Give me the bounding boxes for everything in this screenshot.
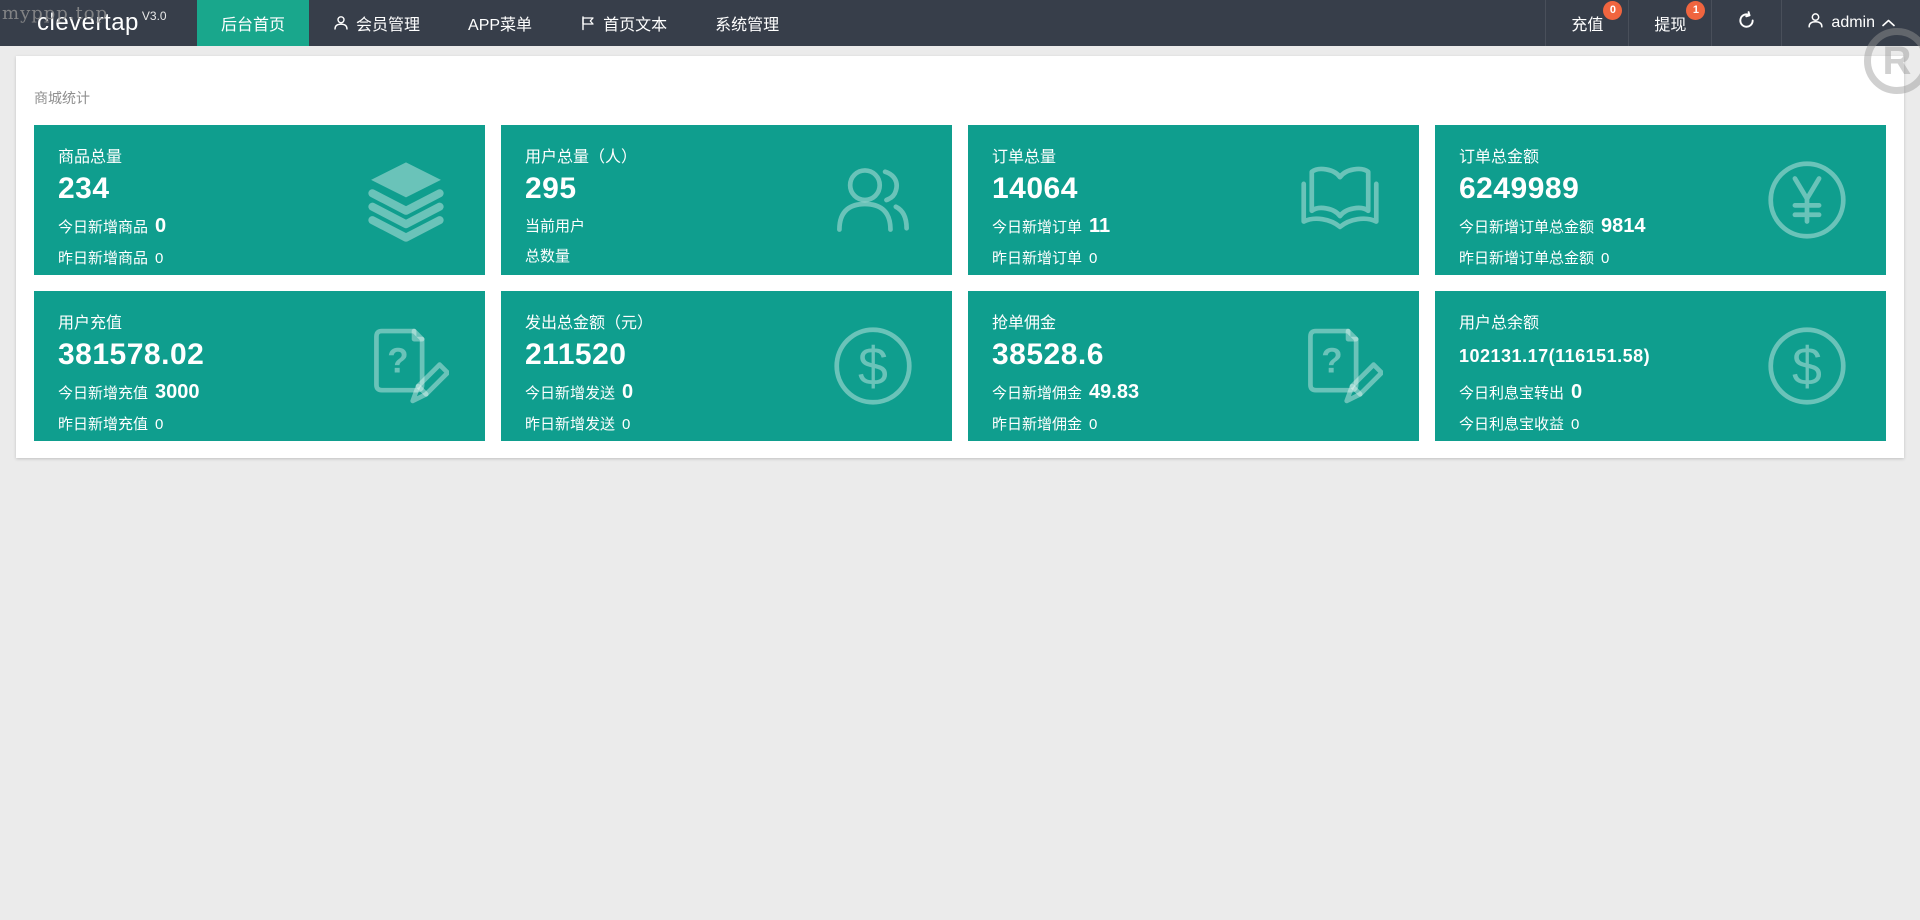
logo[interactable]: clevertap V3.0: [0, 0, 197, 46]
refresh-button[interactable]: [1711, 0, 1781, 46]
recharge-button[interactable]: 充值 0: [1545, 0, 1628, 46]
svg-text:$: $: [858, 337, 888, 397]
nav-item-label: APP菜单: [468, 11, 532, 35]
svg-text:?: ?: [1321, 342, 1342, 381]
svg-text:$: $: [1792, 337, 1822, 397]
card-line-value: 49.83: [1089, 381, 1139, 404]
user-icon: [1807, 12, 1824, 34]
card-line-label: 昨日新增充值: [58, 413, 148, 434]
card-line-label: 昨日新增商品: [58, 247, 148, 268]
card-line-value: 0: [155, 416, 163, 433]
navbar-right: 充值 0 提现 1 admin: [1545, 0, 1920, 46]
card-line-value: 0: [155, 250, 163, 267]
stat-card-users[interactable]: 用户总量（人） 295 当前用户 总数量: [501, 125, 952, 275]
stat-card-balance[interactable]: 用户总余额 102131.17(116151.58) 今日利息宝转出0 今日利息…: [1435, 291, 1886, 441]
layers-icon: [363, 157, 449, 243]
nav-item-label: 首页文本: [603, 11, 667, 35]
card-line-label: 昨日新增发送: [525, 413, 615, 434]
logo-text: clevertap: [37, 9, 139, 37]
dollar-circle-icon: $: [1764, 323, 1850, 409]
svg-text:?: ?: [387, 342, 408, 381]
yen-circle-icon: [1764, 157, 1850, 243]
stat-cards-grid: 商品总量 234 今日新增商品0 昨日新增商品0 用户总量（人） 295 当前用…: [34, 125, 1886, 441]
card-line-label: 今日利息宝转出: [1459, 382, 1564, 403]
username: admin: [1831, 14, 1875, 32]
stat-card-orders[interactable]: 订单总量 14064 今日新增订单11 昨日新增订单0: [968, 125, 1419, 275]
card-line-label: 昨日新增佣金: [992, 413, 1082, 434]
user-menu[interactable]: admin: [1781, 0, 1920, 46]
nav-item-label: 会员管理: [356, 11, 420, 35]
nav-item-label: 后台首页: [221, 11, 285, 35]
card-line-value: 0: [1571, 381, 1582, 404]
card-line-value: 11: [1089, 215, 1110, 238]
card-line-label: 昨日新增订单: [992, 247, 1082, 268]
card-line-value: 0: [155, 215, 166, 238]
stat-card-recharge[interactable]: 用户充值 381578.02 今日新增充值3000 昨日新增充值0 ?: [34, 291, 485, 441]
card-line-value: 0: [1089, 416, 1097, 433]
users-icon: [830, 157, 916, 243]
open-book-icon: [1297, 157, 1383, 243]
card-line-value: 0: [1089, 250, 1097, 267]
card-line-value: 0: [1571, 416, 1579, 433]
main-nav: 后台首页 会员管理 APP菜单 首页文本 系统管理: [197, 0, 803, 46]
refresh-icon: [1737, 11, 1756, 35]
doc-question-pencil-icon: ?: [1297, 323, 1383, 409]
card-line-value: 3000: [155, 381, 200, 404]
user-icon: [333, 15, 349, 31]
card-line-label: 今日新增订单总金额: [1459, 216, 1594, 237]
card-line-value: 0: [622, 381, 633, 404]
doc-question-pencil-icon: ?: [363, 323, 449, 409]
card-line-label: 今日新增充值: [58, 382, 148, 403]
flag-icon: [580, 15, 596, 31]
stat-card-commission[interactable]: 抢单佣金 38528.6 今日新增佣金49.83 昨日新增佣金0 ?: [968, 291, 1419, 441]
card-line-label: 总数量: [525, 245, 570, 266]
card-line-label: 今日利息宝收益: [1459, 413, 1564, 434]
stat-card-sent-amount[interactable]: 发出总金额（元） 211520 今日新增发送0 昨日新增发送0 $: [501, 291, 952, 441]
chevron-up-icon: [1882, 14, 1895, 32]
card-line-label: 今日新增发送: [525, 382, 615, 403]
stats-panel: 商城统计 商品总量 234 今日新增商品0 昨日新增商品0 用户总量（人） 29…: [16, 56, 1904, 458]
nav-item-app-menu[interactable]: APP菜单: [444, 0, 556, 46]
card-line-label: 昨日新增订单总金额: [1459, 247, 1594, 268]
nav-item-home-text[interactable]: 首页文本: [556, 0, 691, 46]
card-line-value: 0: [1601, 250, 1609, 267]
nav-item-label: 系统管理: [715, 11, 779, 35]
withdraw-button[interactable]: 提现 1: [1628, 0, 1711, 46]
recharge-badge: 0: [1603, 1, 1622, 20]
card-line-label: 今日新增商品: [58, 216, 148, 237]
nav-item-dashboard[interactable]: 后台首页: [197, 0, 309, 46]
stat-card-order-amount[interactable]: 订单总金额 6249989 今日新增订单总金额9814 昨日新增订单总金额0: [1435, 125, 1886, 275]
nav-item-system[interactable]: 系统管理: [691, 0, 803, 46]
recharge-label: 充值: [1571, 11, 1603, 35]
dollar-circle-icon: $: [830, 323, 916, 409]
card-line-value: 0: [622, 416, 630, 433]
card-line-value: 9814: [1601, 215, 1646, 238]
top-navbar: clevertap V3.0 后台首页 会员管理 APP菜单: [0, 0, 1920, 46]
withdraw-badge: 1: [1686, 1, 1705, 20]
withdraw-label: 提现: [1654, 11, 1686, 35]
card-line-label: 当前用户: [525, 215, 585, 236]
logo-version: V3.0: [142, 9, 167, 23]
card-line-label: 今日新增佣金: [992, 382, 1082, 403]
card-line-label: 今日新增订单: [992, 216, 1082, 237]
nav-item-members[interactable]: 会员管理: [309, 0, 444, 46]
panel-title: 商城统计: [16, 56, 1904, 108]
stat-card-products[interactable]: 商品总量 234 今日新增商品0 昨日新增商品0: [34, 125, 485, 275]
